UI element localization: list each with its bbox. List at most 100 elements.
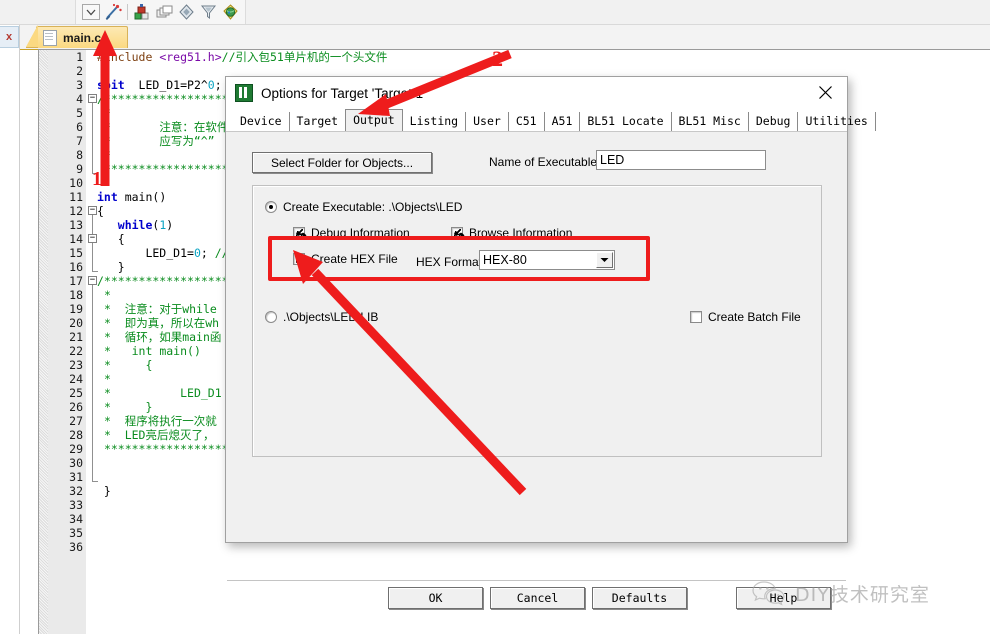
line-number: 4 bbox=[76, 92, 83, 106]
watermark: DIY技术研究室 bbox=[752, 575, 982, 611]
line-number: 15 bbox=[69, 246, 83, 260]
code-line[interactable]: #include <reg51.h>//引入包51单片机的一个头文件 bbox=[97, 50, 990, 64]
annotation-number-1: 1 bbox=[92, 168, 102, 190]
code-fold-toggle[interactable]: − bbox=[88, 234, 97, 243]
dialog-titlebar: Options for Target 'Target 1' bbox=[226, 77, 847, 109]
select-folder-for-objects-button[interactable]: Select Folder for Objects... bbox=[252, 152, 432, 173]
line-number: 2 bbox=[76, 64, 83, 78]
code-fold-toggle[interactable]: − bbox=[88, 276, 97, 285]
close-panel-button[interactable]: x bbox=[0, 26, 19, 48]
line-number: 21 bbox=[69, 330, 83, 344]
create-batch-file-checkbox[interactable] bbox=[690, 311, 702, 323]
tab-output[interactable]: Output bbox=[345, 109, 403, 131]
dropdown-arrow-button[interactable] bbox=[80, 2, 102, 22]
code-fold-line bbox=[92, 243, 93, 271]
line-number: 17 bbox=[69, 274, 83, 288]
line-number: 35 bbox=[69, 526, 83, 540]
create-library-radio-row[interactable]: .\Objects\LED.LIB bbox=[265, 310, 378, 324]
annotation-number-2: 2 bbox=[492, 46, 503, 71]
line-number: 10 bbox=[69, 176, 83, 190]
line-number-column: 1 2 3 4 5 6 7 8 9 10 11 12 13 14 15 16 17 18 19 20 21 22 23 24 2… bbox=[48, 50, 86, 634]
line-number: 32 bbox=[69, 484, 83, 498]
create-batch-file-label: Create Batch File bbox=[708, 310, 801, 324]
code-fold-toggle[interactable]: − bbox=[88, 206, 97, 215]
editor-tabstrip bbox=[20, 25, 990, 50]
editor-gutter: 1 2 3 4 5 6 7 8 9 10 11 12 13 14 15 16 17 18 19 20 21 22 23 24 2… bbox=[39, 50, 86, 634]
ok-button[interactable]: OK bbox=[388, 587, 483, 609]
line-number: 36 bbox=[69, 540, 83, 554]
line-number: 22 bbox=[69, 344, 83, 358]
tab-a51[interactable]: A51 bbox=[545, 112, 581, 131]
manage-components-button[interactable] bbox=[153, 2, 175, 22]
toolbar-button-group bbox=[75, 0, 246, 24]
line-number: 24 bbox=[69, 372, 83, 386]
create-library-radio[interactable] bbox=[265, 311, 277, 323]
editor-tab-main-c[interactable]: main.c bbox=[26, 25, 128, 48]
line-number: 34 bbox=[69, 512, 83, 526]
pack-installer-button[interactable] bbox=[219, 2, 241, 22]
build-wizard-button[interactable] bbox=[102, 2, 124, 22]
tab-target[interactable]: Target bbox=[290, 112, 347, 131]
tab-listing[interactable]: Listing bbox=[403, 112, 467, 131]
main-toolbar bbox=[0, 0, 990, 25]
tab-utilities[interactable]: Utilities bbox=[798, 112, 876, 131]
tab-bl51-misc[interactable]: BL51 Misc bbox=[672, 112, 749, 131]
name-of-executable-input[interactable]: LED bbox=[596, 150, 766, 170]
code-fold-line bbox=[92, 103, 93, 173]
line-number: 12 bbox=[69, 204, 83, 218]
tab-bl51-locate[interactable]: BL51 Locate bbox=[580, 112, 672, 131]
left-panel-strip bbox=[0, 25, 20, 634]
line-number: 7 bbox=[76, 134, 83, 148]
gutter-hatch-decoration bbox=[39, 50, 48, 634]
tab-c51[interactable]: C51 bbox=[509, 112, 545, 131]
dialog-body: Select Folder for Objects... Name of Exe… bbox=[226, 131, 847, 609]
create-executable-radio-row[interactable]: Create Executable: .\Objects\LED bbox=[265, 200, 462, 214]
options-for-target-dialog: Options for Target 'Target 1' Device Tar… bbox=[225, 76, 876, 609]
line-number: 6 bbox=[76, 120, 83, 134]
c-file-icon bbox=[43, 29, 57, 46]
toolbar-separator bbox=[127, 4, 128, 20]
keil-app-icon bbox=[235, 84, 253, 102]
funnel-icon bbox=[200, 5, 216, 19]
line-number: 18 bbox=[69, 288, 83, 302]
name-of-executable-label: Name of Executable: bbox=[489, 155, 601, 169]
create-executable-label: Create Executable: .\Objects\LED bbox=[283, 200, 463, 214]
output-options-groupbox: Create Executable: .\Objects\LED Debug I… bbox=[252, 185, 822, 457]
filter-button[interactable] bbox=[197, 2, 219, 22]
dialog-close-button[interactable] bbox=[803, 77, 847, 108]
close-icon: x bbox=[5, 30, 13, 43]
line-number: 23 bbox=[69, 358, 83, 372]
code-fold-end bbox=[92, 481, 98, 482]
tab-user[interactable]: User bbox=[466, 112, 509, 131]
dialog-title-text: Options for Target 'Target 1' bbox=[261, 85, 426, 101]
line-number: 13 bbox=[69, 218, 83, 232]
line-number: 31 bbox=[69, 470, 83, 484]
tab-debug[interactable]: Debug bbox=[749, 112, 799, 131]
cancel-button[interactable]: Cancel bbox=[490, 587, 585, 609]
code-fold-line bbox=[92, 285, 93, 481]
line-number: 9 bbox=[76, 162, 83, 176]
layers-icon bbox=[156, 5, 172, 18]
defaults-button[interactable]: Defaults bbox=[592, 587, 687, 609]
hex-file-highlight-box bbox=[268, 236, 650, 281]
code-fold-end bbox=[92, 271, 98, 272]
line-number: 20 bbox=[69, 316, 83, 330]
target-options-button[interactable] bbox=[131, 2, 153, 22]
line-number: 29 bbox=[69, 442, 83, 456]
create-batch-file-row[interactable]: Create Batch File bbox=[690, 310, 801, 324]
line-number: 19 bbox=[69, 302, 83, 316]
line-number: 33 bbox=[69, 498, 83, 512]
diamond-icon bbox=[178, 4, 194, 20]
code-fold-toggle[interactable]: − bbox=[88, 94, 97, 103]
magic-wand-icon bbox=[105, 3, 122, 20]
line-number: 16 bbox=[69, 260, 83, 274]
editor-tab-label: main.c bbox=[63, 30, 102, 45]
line-number: 25 bbox=[69, 386, 83, 400]
globe-package-icon bbox=[222, 4, 238, 20]
wechat-icon bbox=[752, 581, 785, 606]
line-number: 28 bbox=[69, 428, 83, 442]
create-executable-radio[interactable] bbox=[265, 201, 277, 213]
dialog-tab-bar[interactable]: Device Target Output Listing User C51 A5… bbox=[226, 109, 876, 131]
tab-device[interactable]: Device bbox=[233, 112, 290, 131]
manage-project-items-button[interactable] bbox=[175, 2, 197, 22]
